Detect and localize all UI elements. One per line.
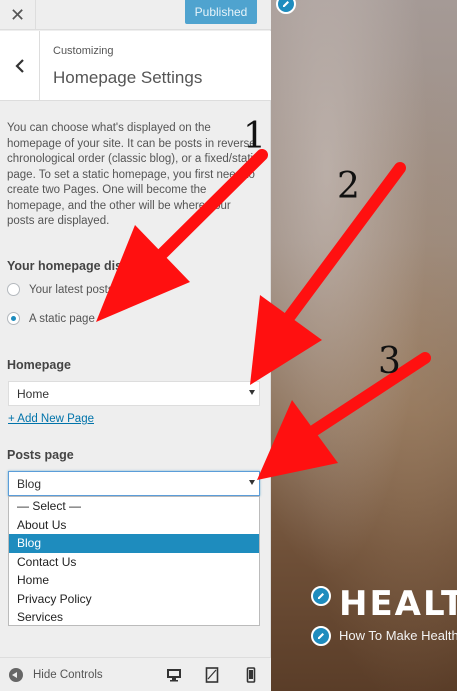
radio-static-page[interactable]: A static page [7,312,95,325]
customizer-footer: Hide Controls [0,657,271,691]
dropdown-option[interactable]: — Select — [9,497,259,516]
chevron-down-icon [249,480,255,485]
site-title: HEALTH [339,584,457,624]
edit-title-icon[interactable] [311,586,331,606]
homepage-select-value: Home [17,387,50,401]
hide-controls-label: Hide Controls [33,669,103,681]
customizer-topbar: ✕ Published [0,0,271,30]
radio-label: Your latest posts [29,283,114,296]
radio-label: A static page [29,312,95,325]
section-header: Customizing Homepage Settings [0,31,271,101]
desktop-icon[interactable] [166,667,182,683]
collapse-icon [9,668,23,682]
homepage-label: Homepage [7,358,71,372]
radio-button-checked[interactable] [7,312,20,325]
homepage-displays-label: Your homepage displays [7,259,155,273]
posts-page-select-value: Blog [17,477,42,491]
back-button[interactable] [0,31,40,100]
hide-controls-button[interactable]: Hide Controls [9,668,103,682]
dropdown-option[interactable]: About Us [9,516,259,535]
page-title: Homepage Settings [53,68,203,87]
radio-latest-posts[interactable]: Your latest posts [7,283,114,296]
dropdown-option[interactable]: Home [9,571,259,590]
mobile-icon[interactable] [243,667,259,683]
close-customizer-button[interactable]: ✕ [0,0,36,30]
homepage-select[interactable]: Home [8,381,260,406]
chevron-down-icon [249,390,255,395]
customizer-sidebar: ✕ Published Customizing Homepage Setting… [0,0,271,691]
posts-page-label: Posts page [7,448,74,462]
dropdown-option[interactable]: Contact Us [9,553,259,572]
posts-page-select[interactable]: Blog [8,471,260,496]
dropdown-option-highlighted[interactable]: Blog [9,534,259,553]
breadcrumb: Customizing [53,45,114,57]
add-new-page-link[interactable]: + Add New Page [8,413,94,425]
dropdown-option[interactable]: Privacy Policy [9,590,259,609]
chevron-left-icon [14,58,24,73]
dropdown-option[interactable]: Services [9,608,259,627]
section-description: You can choose what's displayed on the h… [7,122,259,227]
edit-tagline-icon[interactable] [311,626,331,646]
tablet-icon[interactable] [204,667,220,683]
radio-button[interactable] [7,283,20,296]
site-tagline: How To Make Health [339,628,457,643]
posts-page-dropdown: — Select — About Us Blog Contact Us Home… [8,496,260,626]
publish-button[interactable]: Published [185,0,257,24]
preview-content: HEALTH How To Make Health [271,0,457,691]
edit-shortcut-icon[interactable] [276,0,296,14]
